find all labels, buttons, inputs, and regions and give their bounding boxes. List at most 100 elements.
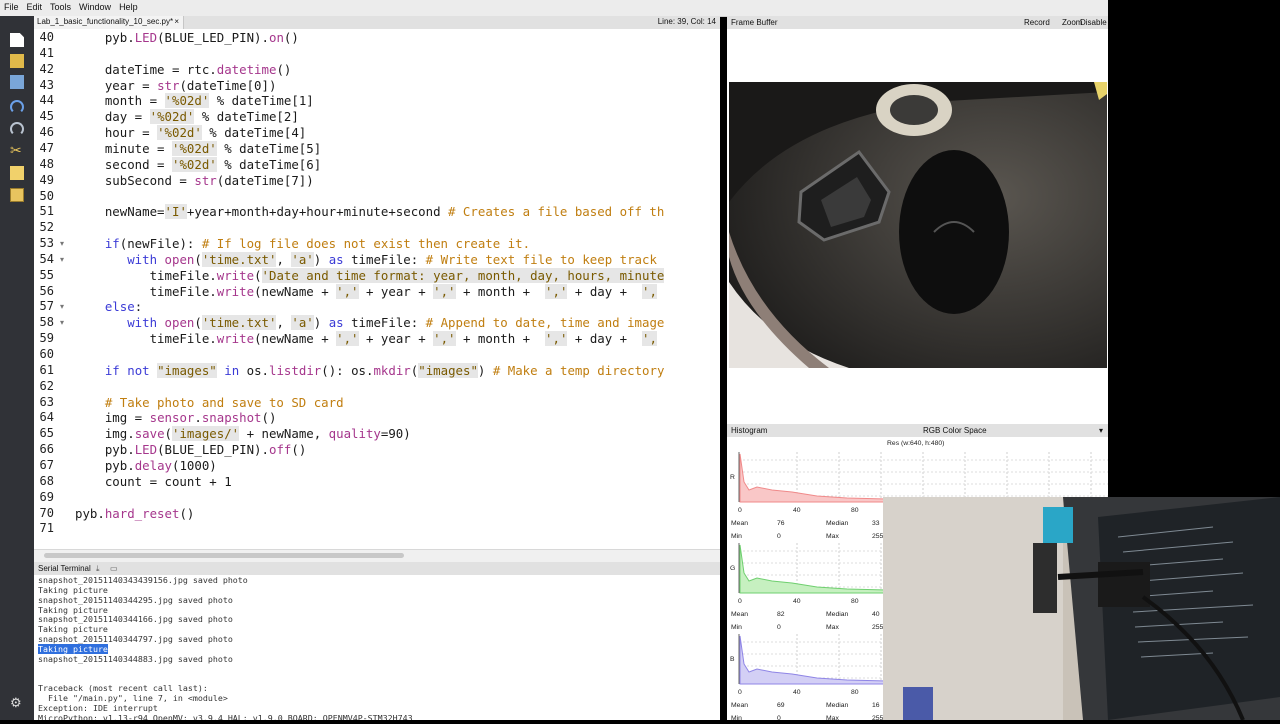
median-value: 33 (872, 520, 880, 527)
code-line: year = str(dateTime[0]) (75, 77, 277, 93)
line-number: 42 (39, 61, 54, 76)
min-label: Min (731, 533, 742, 540)
median-label: Median (826, 520, 849, 527)
menu-edit[interactable]: Edit (23, 0, 47, 12)
max-label: Max (826, 624, 839, 631)
code-editor[interactable]: 40 41 42 43 44 45 46 47 48 49 50 51 52 53 ▾ 54 ▾ 55 56 57 ▾ 5… (34, 29, 720, 549)
color-space-select[interactable]: RGB Color Space (923, 424, 987, 437)
tick-label: 40 (793, 689, 801, 696)
line-number: 55 (39, 267, 54, 282)
serial-terminal-title: Serial Terminal (38, 564, 91, 573)
fold-icon[interactable]: ▾ (60, 318, 64, 327)
disable-checkbox[interactable]: Disable (1080, 16, 1107, 29)
terminal-line: Taking picture (38, 643, 108, 654)
median-label: Median (826, 611, 849, 618)
tick-label: 0 (738, 507, 742, 514)
line-number: 44 (39, 93, 54, 108)
redo-icon[interactable] (10, 122, 24, 136)
save-icon[interactable] (10, 75, 24, 89)
terminal-line: Taking picture (38, 604, 108, 615)
terminal-pin-icon[interactable]: ⤓ (96, 562, 100, 575)
code-line: img = sensor.snapshot() (75, 410, 277, 426)
line-number: 59 (39, 331, 54, 346)
frame-buffer-title: Frame Buffer (731, 18, 778, 27)
line-number: 45 (39, 109, 54, 124)
paste-icon[interactable] (10, 188, 24, 202)
undo-icon[interactable] (10, 100, 24, 114)
terminal-line: Traceback (most recent call last): (38, 683, 208, 694)
terminal-line: MicroPython: v1.13-r94 OpenMV: v3.9.4 HA… (38, 712, 413, 720)
min-label: Min (731, 624, 742, 631)
line-number: 66 (39, 442, 54, 457)
min-label: Min (731, 715, 742, 722)
menu-file[interactable]: File (0, 0, 23, 12)
tab-close-icon[interactable]: × (174, 16, 179, 28)
editor-tab[interactable]: Lab_1_basic_functionality_10_sec.py* × (34, 16, 184, 29)
code-line: pyb.hard_reset() (75, 505, 195, 521)
copy-icon[interactable] (10, 166, 24, 180)
code-line: pyb.LED(BLUE_LED_PIN).off() (75, 442, 307, 458)
median-value: 16 (872, 702, 880, 709)
chevron-down-icon[interactable]: ▾ (1099, 424, 1103, 437)
line-number: 50 (39, 188, 54, 203)
scrollbar-thumb[interactable] (44, 553, 404, 558)
histogram-header: Histogram RGB Color Space ▾ (727, 424, 1108, 437)
code-line: pyb.LED(BLUE_LED_PIN).on() (75, 30, 299, 45)
mean-value: 76 (777, 520, 785, 527)
tick-label: 40 (793, 507, 801, 514)
histogram-title: Histogram (731, 426, 768, 435)
fold-icon[interactable]: ▾ (60, 239, 64, 248)
channel-label: B (730, 656, 735, 663)
code-line: if not "images" in os.listdir(): os.mkdi… (104, 362, 665, 378)
min-value: 0 (777, 533, 781, 540)
cut-icon[interactable]: ✂ (10, 143, 24, 157)
line-number: 56 (39, 283, 54, 298)
record-button[interactable]: Record (1024, 16, 1050, 29)
tick-label: 80 (851, 507, 859, 514)
line-number: 69 (39, 489, 54, 504)
channel-label: R (730, 474, 735, 481)
line-number: 71 (39, 521, 54, 536)
menu-window[interactable]: Window (75, 0, 115, 12)
fold-icon[interactable]: ▾ (60, 302, 64, 311)
code-line: if(newFile): # If log file does not exis… (104, 236, 531, 252)
line-number: 48 (39, 156, 54, 171)
serial-terminal-output[interactable]: snapshot_20151140343439156.jpg saved pho… (34, 575, 720, 720)
tick-label: 0 (738, 598, 742, 605)
min-value: 0 (777, 715, 781, 722)
max-value: 255 (872, 624, 884, 631)
code-line: month = '%02d' % dateTime[1] (75, 93, 314, 109)
menu-tools[interactable]: Tools (46, 0, 75, 12)
tick-label: 80 (851, 689, 859, 696)
frame-buffer-header: Frame Buffer Record Zoom Disable (727, 16, 1108, 29)
min-value: 0 (777, 624, 781, 631)
line-number: 64 (39, 410, 54, 425)
line-number: 61 (39, 362, 54, 377)
line-number: 65 (39, 426, 54, 441)
line-number: 41 (39, 45, 54, 60)
code-line: second = '%02d' % dateTime[6] (75, 156, 322, 172)
code-line: with open('time.txt', 'a') as timeFile: … (127, 315, 665, 331)
max-label: Max (826, 533, 839, 540)
editor-horizontal-scrollbar[interactable] (34, 549, 720, 562)
line-number: 62 (39, 378, 54, 393)
terminal-line: Exception: IDE interrupt (38, 703, 158, 714)
terminal-float-icon[interactable]: ▭ (110, 562, 118, 575)
code-line: day = '%02d' % dateTime[2] (75, 109, 299, 125)
fold-icon[interactable]: ▾ (60, 255, 64, 264)
code-line: timeFile.write(newName + ',' + year + ',… (75, 283, 657, 299)
cursor-position: Line: 39, Col: 14 (657, 17, 716, 26)
terminal-line: snapshot_20151140344883.jpg saved photo (38, 653, 233, 664)
code-line: minute = '%02d' % dateTime[5] (75, 140, 322, 156)
line-number: 43 (39, 77, 54, 92)
terminal-line: snapshot_20151140344166.jpg saved photo (38, 614, 233, 625)
connect-icon[interactable]: ⚙ (10, 696, 24, 710)
max-value: 255 (872, 715, 884, 722)
open-file-icon[interactable] (10, 54, 24, 68)
code-line: count = count + 1 (75, 473, 232, 489)
mean-label: Mean (731, 520, 749, 527)
line-number: 40 (39, 30, 54, 44)
line-number: 58 (39, 315, 54, 330)
new-file-icon[interactable] (10, 33, 24, 47)
menu-help[interactable]: Help (115, 0, 142, 12)
